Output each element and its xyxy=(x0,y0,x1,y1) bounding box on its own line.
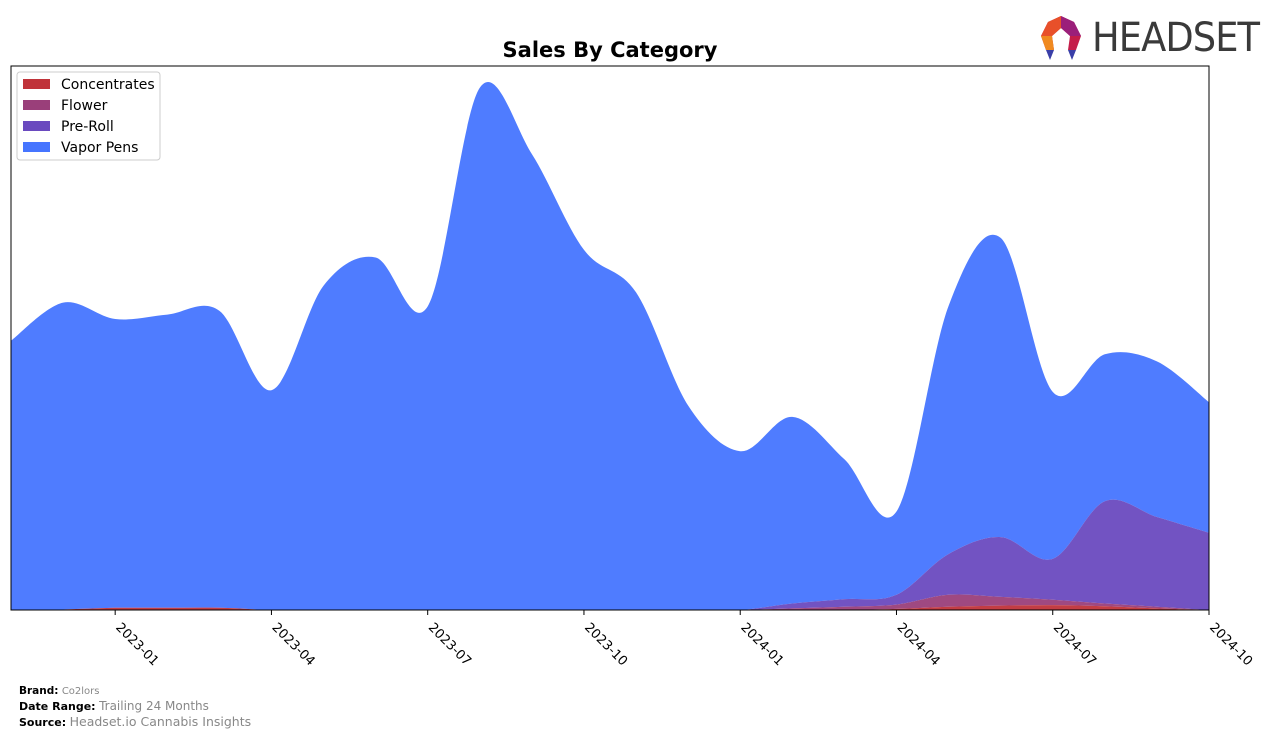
legend-swatch-pre-roll xyxy=(23,121,50,131)
footer-brand-label: Brand: xyxy=(19,685,59,697)
x-tick-label: 2023-04 xyxy=(269,620,318,669)
footer-brand-value: Co2lors xyxy=(61,686,100,697)
headset-logo-icon xyxy=(1041,16,1081,60)
area-vapor-pens xyxy=(11,82,1209,611)
footer-source-label: Source: xyxy=(19,716,67,729)
footer-source: Source: Headset.io Cannabis Insights xyxy=(19,714,251,730)
x-tick-label: 2024-01 xyxy=(737,620,786,669)
footer-brand: Brand: Co2lors xyxy=(19,684,100,699)
x-tick-label: 2024-04 xyxy=(894,620,943,669)
chart-title: Sales By Category xyxy=(503,38,718,62)
x-tick-label: 2024-07 xyxy=(1050,620,1099,669)
legend: Concentrates Flower Pre-Roll Vapor Pens xyxy=(16,71,161,161)
legend-swatch-flower xyxy=(23,100,50,110)
x-tick-label: 2024-10 xyxy=(1206,620,1255,669)
legend-label: Concentrates xyxy=(61,77,155,93)
legend-swatch-vapor-pens xyxy=(23,142,50,152)
footer-range-value: Trailing 24 Months xyxy=(99,699,209,713)
x-axis: 2023-01 2023-04 2023-07 2023-10 2024-01 2024-… xyxy=(112,610,1255,669)
legend-label: Pre-Roll xyxy=(61,119,114,135)
headset-logo: HEADSET xyxy=(1036,14,1266,62)
sales-by-category-chart: Sales By Category 2023-01 2023-04 2023-07 2… xyxy=(10,38,1255,669)
legend-label: Vapor Pens xyxy=(61,140,138,156)
headset-logo-text: HEADSET xyxy=(1092,15,1260,61)
x-tick-label: 2023-10 xyxy=(581,620,630,669)
footer-date-range: Date Range: Trailing 24 Months xyxy=(19,699,209,714)
x-tick-label: 2023-07 xyxy=(425,620,474,669)
footer-range-label: Date Range: xyxy=(19,700,96,713)
area-layers xyxy=(11,82,1209,611)
x-tick-label: 2023-01 xyxy=(112,620,161,669)
legend-label: Flower xyxy=(61,98,108,114)
footer-source-value: Headset.io Cannabis Insights xyxy=(69,714,252,729)
legend-swatch-concentrates xyxy=(23,79,50,89)
